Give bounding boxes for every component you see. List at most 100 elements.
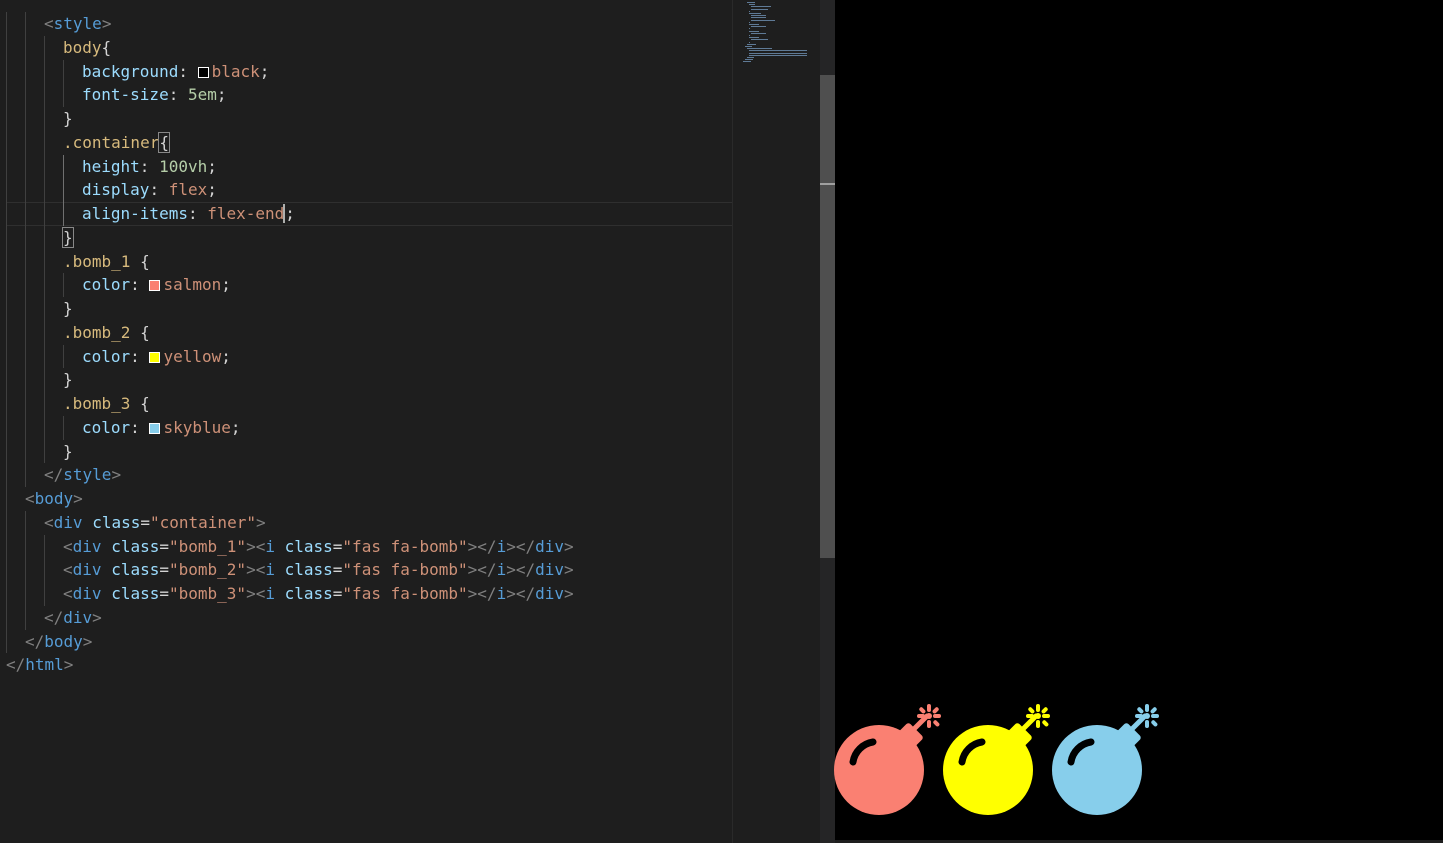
code-token: </ [6, 655, 26, 675]
code-token: ; [207, 156, 217, 176]
code-line[interactable]: color: skyblue; [0, 415, 732, 440]
code-line[interactable]: } [0, 297, 732, 321]
code-token: = [140, 512, 150, 532]
code-token: color [82, 346, 131, 366]
indent-guide [44, 392, 45, 416]
code-lines[interactable]: <style> body{background: black; font-size:… [0, 12, 732, 677]
indent-guide [44, 320, 45, 345]
code-line[interactable]: <body> [0, 487, 732, 511]
minimap-line [749, 30, 759, 32]
code-line[interactable]: <div class="bomb_2"><i class="fas fa-bom… [0, 558, 732, 582]
code-line[interactable]: .container{ [0, 130, 732, 155]
scrollbar-cursor-marker [820, 183, 835, 185]
code-token: < [44, 14, 54, 33]
indent-guide [25, 392, 26, 416]
browser-preview [834, 0, 1443, 840]
indent-guide [44, 439, 45, 464]
color-swatch[interactable] [197, 66, 209, 78]
code-token: : [178, 61, 198, 81]
indent-guide [44, 202, 45, 226]
color-swatch[interactable] [149, 351, 161, 363]
code-line[interactable]: <div class="bomb_1"><i class="fas fa-bom… [0, 534, 732, 559]
minimap-line [749, 35, 751, 36]
color-swatch[interactable] [149, 422, 161, 434]
code-token: < [63, 584, 73, 603]
indent-guide [25, 534, 26, 559]
code-line[interactable]: } [0, 107, 732, 131]
code-token: body [34, 489, 74, 508]
indent-guide [25, 154, 26, 179]
code-token: ; [230, 417, 241, 437]
code-line[interactable]: color: salmon; [0, 273, 732, 297]
code-token: style [53, 14, 102, 33]
indent-guide [6, 297, 7, 321]
minimap-line [749, 41, 751, 43]
indent-guide [25, 510, 26, 535]
code-line[interactable]: body{ [0, 35, 732, 60]
code-line[interactable]: </div> [0, 605, 732, 630]
indent-guide [25, 225, 26, 250]
code-line-content: .bomb_1 { [63, 250, 150, 274]
indent-guide [25, 12, 26, 36]
indent-guide [6, 487, 7, 511]
code-token: > [111, 465, 122, 485]
code-token: "bomb_3" [169, 584, 247, 603]
code-line[interactable]: } [0, 225, 732, 250]
indent-guide [6, 249, 7, 274]
indent-guide [25, 582, 26, 606]
minimap-line [751, 15, 767, 17]
code-token: class [111, 536, 160, 556]
code-token: = [332, 560, 343, 580]
code-token: : [168, 85, 188, 105]
code-line[interactable]: display: flex; [0, 178, 732, 202]
indent-guide [25, 249, 26, 274]
minimap-line [749, 4, 755, 6]
code-line[interactable]: color: yellow; [0, 344, 732, 369]
indent-guide [6, 392, 7, 416]
code-line[interactable]: background: black; [0, 59, 732, 84]
code-token: div [72, 560, 102, 580]
code-token: < [63, 560, 73, 580]
code-token: : [130, 417, 150, 437]
indent-guide [44, 225, 45, 250]
code-line[interactable]: .bomb_3 { [0, 392, 732, 416]
code-token: ; [207, 180, 217, 200]
code-line[interactable]: } [0, 439, 732, 464]
indent-guide [25, 605, 26, 630]
code-line[interactable]: <div class="container"> [0, 510, 732, 535]
code-line[interactable]: </html> [0, 653, 732, 677]
code-line[interactable]: .bomb_1 { [0, 249, 732, 274]
code-line[interactable]: </body> [0, 629, 732, 654]
code-token: > [63, 655, 74, 675]
code-line[interactable]: align-items: flex-end; [0, 202, 732, 226]
code-token: html [25, 655, 64, 675]
code-token: font-size [82, 85, 169, 105]
code-line[interactable]: <style> [0, 12, 732, 36]
code-line[interactable]: </style> [0, 463, 732, 487]
minimap[interactable] [732, 0, 820, 843]
indent-guide [25, 439, 26, 464]
code-line[interactable]: .bomb_2 { [0, 320, 732, 345]
scrollbar-thumb[interactable] [820, 75, 835, 558]
indent-guide [44, 107, 45, 131]
code-line[interactable]: } [0, 368, 732, 392]
code-token: i [265, 560, 275, 580]
code-line[interactable]: font-size: 5em; [0, 83, 732, 107]
code-token: ></ [467, 560, 497, 580]
code-token: flex-end [207, 204, 285, 223]
color-swatch[interactable] [149, 280, 161, 292]
code-token: ></ [506, 536, 536, 556]
code-token: > [92, 607, 102, 627]
code-token: { [158, 131, 170, 153]
code-token: salmon [163, 275, 222, 295]
code-line-content: height: 100vh; [82, 155, 217, 179]
indent-guide [44, 178, 45, 202]
indent-guide [6, 534, 7, 559]
code-editor[interactable]: <style> body{background: black; font-size:… [0, 0, 732, 843]
code-line[interactable]: <div class="bomb_3"><i class="fas fa-bom… [0, 582, 732, 606]
minimap-line [751, 6, 771, 8]
code-token: i [496, 560, 507, 580]
code-line[interactable]: height: 100vh; [0, 154, 732, 179]
